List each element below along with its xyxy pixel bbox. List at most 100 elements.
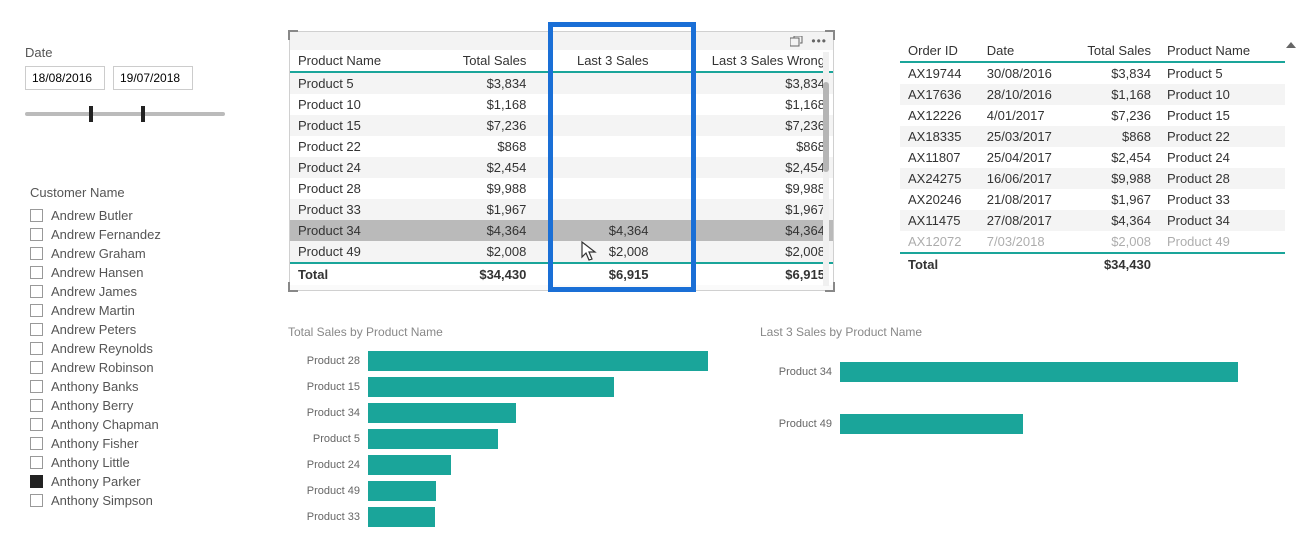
customer-item[interactable]: Andrew Peters <box>30 322 230 337</box>
column-header[interactable]: Total Sales <box>1075 40 1159 62</box>
customer-slicer[interactable]: Customer Name Andrew ButlerAndrew Fernan… <box>30 185 230 508</box>
bar-row[interactable]: Product 28 <box>288 351 708 371</box>
sort-caret-icon[interactable] <box>1286 42 1296 48</box>
customer-item[interactable]: Anthony Parker <box>30 474 230 489</box>
bar-track <box>368 507 708 527</box>
cell: 27/08/2017 <box>979 210 1076 231</box>
checkbox-icon[interactable] <box>30 380 43 393</box>
bar-row[interactable]: Product 24 <box>288 455 708 475</box>
customer-item[interactable]: Anthony Banks <box>30 379 230 394</box>
total-sales-chart[interactable]: Total Sales by Product Name Product 28Pr… <box>288 325 708 533</box>
last3-sales-chart[interactable]: Last 3 Sales by Product Name Product 34 P… <box>760 325 1250 455</box>
checkbox-icon[interactable] <box>30 494 43 507</box>
customer-item[interactable]: Anthony Little <box>30 455 230 470</box>
bar-row[interactable]: Product 33 <box>288 507 708 527</box>
customer-item[interactable]: Anthony Simpson <box>30 493 230 508</box>
cell: Product 5 <box>290 72 426 94</box>
scrollbar-thumb[interactable] <box>823 82 829 172</box>
checkbox-icon[interactable] <box>30 418 43 431</box>
customer-item[interactable]: Andrew Graham <box>30 246 230 261</box>
bar-row[interactable]: Product 34 <box>760 351 1250 393</box>
customer-name-label: Anthony Fisher <box>51 436 138 451</box>
checkbox-icon[interactable] <box>30 228 43 241</box>
table-row[interactable]: AX1180725/04/2017$2,454Product 24 <box>900 147 1285 168</box>
focus-mode-icon[interactable] <box>790 36 803 47</box>
table-row[interactable]: AX1147527/08/2017$4,364Product 34 <box>900 210 1285 231</box>
table-row[interactable]: AX1833525/03/2017$868Product 22 <box>900 126 1285 147</box>
customer-item[interactable]: Anthony Fisher <box>30 436 230 451</box>
checkbox-icon[interactable] <box>30 342 43 355</box>
column-header[interactable]: Last 3 Sales <box>534 50 656 72</box>
table-row[interactable]: Product 28$9,988$9,988 <box>290 178 833 199</box>
customer-item[interactable]: Andrew Robinson <box>30 360 230 375</box>
checkbox-icon[interactable] <box>30 475 43 488</box>
checkbox-icon[interactable] <box>30 456 43 469</box>
table-row[interactable]: Product 22$868$868 <box>290 136 833 157</box>
bar-row[interactable]: Product 5 <box>288 429 708 449</box>
scrollbar[interactable] <box>823 52 829 286</box>
column-header[interactable]: Last 3 Sales Wrong <box>657 50 833 72</box>
bar-row[interactable]: Product 49 <box>288 481 708 501</box>
table-row[interactable]: Product 24$2,454$2,454 <box>290 157 833 178</box>
date-to-input[interactable] <box>113 66 193 90</box>
date-slicer[interactable]: Date <box>25 45 225 116</box>
checkbox-icon[interactable] <box>30 361 43 374</box>
date-slider[interactable] <box>25 112 225 116</box>
customer-item[interactable]: Andrew Fernandez <box>30 227 230 242</box>
customer-item[interactable]: Andrew Butler <box>30 208 230 223</box>
order-details-table-visual[interactable]: Order IDDateTotal SalesProduct NameAX197… <box>900 40 1285 275</box>
cell: $868 <box>657 136 833 157</box>
slider-handle-from[interactable] <box>89 106 93 122</box>
checkbox-icon[interactable] <box>30 285 43 298</box>
resize-handle-bl[interactable] <box>288 282 298 292</box>
customer-item[interactable]: Andrew James <box>30 284 230 299</box>
table-row[interactable]: AX2427516/06/2017$9,988Product 28 <box>900 168 1285 189</box>
bar-row[interactable]: Product 34 <box>288 403 708 423</box>
cell <box>1159 253 1285 275</box>
table-row[interactable]: AX1763628/10/2016$1,168Product 10 <box>900 84 1285 105</box>
table-row[interactable]: AX120727/03/2018$2,008Product 49 <box>900 231 1285 253</box>
table-row[interactable]: Product 5$3,834$3,834 <box>290 72 833 94</box>
cell: AX17636 <box>900 84 979 105</box>
checkbox-icon[interactable] <box>30 247 43 260</box>
customer-item[interactable]: Andrew Hansen <box>30 265 230 280</box>
chart-title: Last 3 Sales by Product Name <box>760 325 1250 339</box>
column-header[interactable]: Product Name <box>1159 40 1285 62</box>
cell: AX24275 <box>900 168 979 189</box>
customer-item[interactable]: Anthony Berry <box>30 398 230 413</box>
checkbox-icon[interactable] <box>30 266 43 279</box>
cell: 21/08/2017 <box>979 189 1076 210</box>
checkbox-icon[interactable] <box>30 209 43 222</box>
slider-handle-to[interactable] <box>141 106 145 122</box>
checkbox-icon[interactable] <box>30 304 43 317</box>
bar-row[interactable]: Product 49 <box>760 403 1250 445</box>
product-sales-table-visual[interactable]: ••• Product NameTotal SalesLast 3 SalesL… <box>289 31 834 291</box>
bar-row[interactable]: Product 15 <box>288 377 708 397</box>
customer-item[interactable]: Andrew Reynolds <box>30 341 230 356</box>
table-row[interactable]: AX1974430/08/2016$3,834Product 5 <box>900 62 1285 84</box>
more-options-icon[interactable]: ••• <box>811 34 827 48</box>
table-row[interactable]: Product 33$1,967$1,967 <box>290 199 833 220</box>
checkbox-icon[interactable] <box>30 323 43 336</box>
cell: $1,168 <box>1075 84 1159 105</box>
table-row[interactable]: AX122264/01/2017$7,236Product 15 <box>900 105 1285 126</box>
column-header[interactable]: Order ID <box>900 40 979 62</box>
column-header[interactable]: Product Name <box>290 50 426 72</box>
column-header[interactable]: Date <box>979 40 1076 62</box>
date-from-input[interactable] <box>25 66 105 90</box>
table-row[interactable]: Product 10$1,168$1,168 <box>290 94 833 115</box>
customer-item[interactable]: Andrew Martin <box>30 303 230 318</box>
customer-item[interactable]: Anthony Chapman <box>30 417 230 432</box>
customer-name-label: Anthony Berry <box>51 398 133 413</box>
checkbox-icon[interactable] <box>30 437 43 450</box>
bar-track <box>840 414 1250 434</box>
column-header[interactable]: Total Sales <box>426 50 535 72</box>
cell: $1,967 <box>657 199 833 220</box>
cell: Product 24 <box>290 157 426 178</box>
table-row[interactable]: Product 15$7,236$7,236 <box>290 115 833 136</box>
bar-label: Product 49 <box>288 485 368 497</box>
table-row[interactable]: Product 34$4,364$4,364$4,364 <box>290 220 833 241</box>
table-row[interactable]: Product 49$2,008$2,008$2,008 <box>290 241 833 263</box>
table-row[interactable]: AX2024621/08/2017$1,967Product 33 <box>900 189 1285 210</box>
checkbox-icon[interactable] <box>30 399 43 412</box>
